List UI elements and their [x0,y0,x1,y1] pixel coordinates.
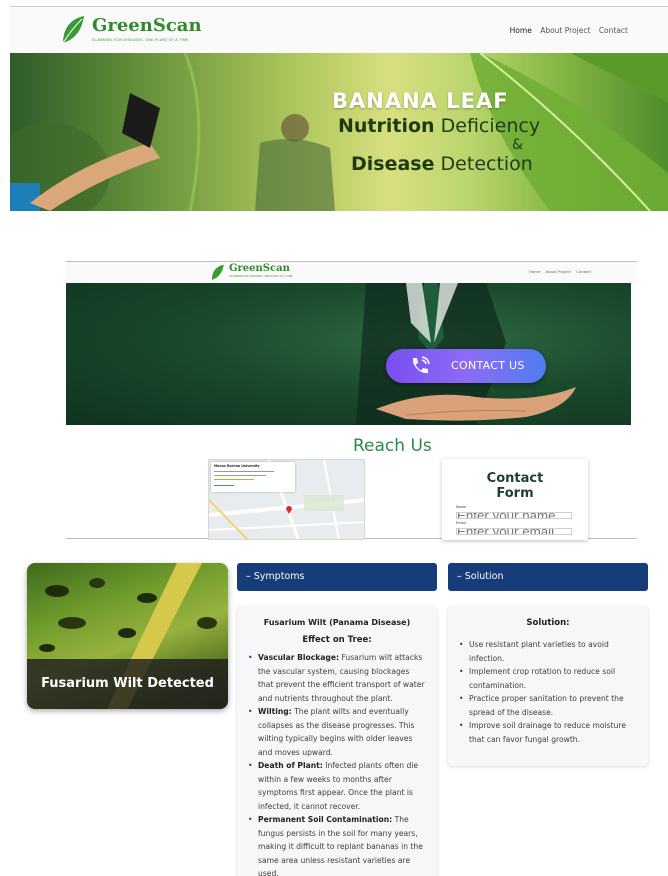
detected-leaf-image-card: Fusarium Wilt Detected [27,563,228,709]
hand-image [376,387,576,421]
email-input[interactable] [456,528,572,535]
solution-tab[interactable]: – Solution [448,563,648,591]
banner-detection-word: Detection [440,153,533,175]
map-rating-line [214,479,254,480]
solution-panel: Solution: Use resistant plant varieties … [448,606,648,766]
hero-banner: BANANA LEAF Nutrition Deficiency & Disea… [10,53,668,211]
contact-nav-home-link[interactable]: Home [529,269,540,274]
name-input[interactable] [456,512,572,519]
contact-brand-tagline: SCANNING FOR DISEASES, ONE PLANT AT A TI… [229,275,293,278]
banner-subtitle-line1: Nutrition Deficiency [338,115,540,137]
reach-us-heading: Reach Us [353,436,432,456]
effect-term: Vascular Blockage: [258,653,340,662]
solution-heading: Solution: [526,618,570,628]
effect-term: Death of Plant: [258,761,323,770]
name-field-label: Name [456,505,467,509]
nav-about-link[interactable]: About Project [540,26,590,35]
banner-ampersand: & [512,137,523,153]
map-address-line [214,475,266,476]
map-pin-icon [286,506,292,514]
contact-form: Contact Form Name Email [442,459,588,540]
nav-home-link[interactable]: Home [510,26,532,35]
list-item: Use resistant plant varieties to avoid i… [458,638,638,665]
contact-form-title-line1: Contact [486,471,544,486]
banner-nutrition-word: Nutrition [338,115,435,137]
banner-deficiency-word: Deficiency [440,115,541,137]
detected-disease-label: Fusarium Wilt Detected [41,676,214,691]
effects-list: Vascular Blockage: Fusarium wilt attacks… [247,651,427,876]
contact-us-label: CONTACT US [451,359,525,372]
contact-page-screenshot: GreenScan SCANNING FOR DISEASES, ONE PLA… [66,261,637,540]
contact-hero-banner: CONTACT US [66,283,631,425]
map-place-name: Manav Rachna University [214,464,260,468]
phone-icon [412,356,430,374]
list-item: Vascular Blockage: Fusarium wilt attacks… [247,651,427,705]
navbar: GreenScan SCANNING FOR DISEASES, ONE PLA… [10,7,668,53]
hero-screenshot: GreenScan SCANNING FOR DISEASES, ONE PLA… [10,6,668,211]
leaf-logo-icon [62,16,84,44]
symptoms-tab[interactable]: – Symptoms [237,563,437,591]
contact-brand-name[interactable]: GreenScan [229,263,290,274]
nav-contact-link[interactable]: Contact [599,26,628,35]
contact-us-button[interactable]: CONTACT US [386,349,546,383]
banner-title: BANANA LEAF [332,89,509,113]
leaf-logo-icon [211,264,224,280]
contact-nav-links: Home About Project Contact [525,269,591,274]
effect-text: The fungus persists in the soil for many… [258,815,423,876]
location-map[interactable]: Manav Rachna University [208,459,365,540]
map-info-card: Manav Rachna University [211,462,295,492]
contact-nav-about-link[interactable]: About Project [546,269,571,274]
solutions-list: Use resistant plant varieties to avoid i… [458,638,638,746]
list-item: Death of Plant: Infected plants often di… [247,759,427,813]
contact-form-title-line2: Form [496,486,534,501]
contact-nav-contact-link[interactable]: Contact [576,269,591,274]
list-item: Wilting: The plant wilts and eventually … [247,705,427,759]
effect-heading: Effect on Tree: [302,635,372,645]
banner-disease-word: Disease [351,153,435,175]
brand-name[interactable]: GreenScan [92,15,202,36]
map-address-line [214,471,274,472]
effect-term: Wilting: [258,707,292,716]
email-field-label: Email [456,521,466,525]
list-item: Implement crop rotation to reduce soil c… [458,665,638,692]
list-item: Improve soil drainage to reduce moisture… [458,719,638,746]
brand-tagline: SCANNING FOR DISEASES, ONE PLANT AT A TI… [92,38,189,42]
effect-term: Permanent Soil Contamination: [258,815,393,824]
banner-subtitle-line2: Disease Detection [351,153,533,175]
contact-navbar: GreenScan SCANNING FOR DISEASES, ONE PLA… [66,262,637,283]
nav-links: Home About Project Contact [504,26,628,35]
list-item: Practice proper sanitation to prevent th… [458,692,638,719]
list-item: Permanent Soil Contamination: The fungus… [247,813,427,876]
map-view-larger-link [214,485,234,486]
disease-title: Fusarium Wilt (Panama Disease) [263,618,411,627]
symptoms-panel: Fusarium Wilt (Panama Disease) Effect on… [237,606,437,876]
